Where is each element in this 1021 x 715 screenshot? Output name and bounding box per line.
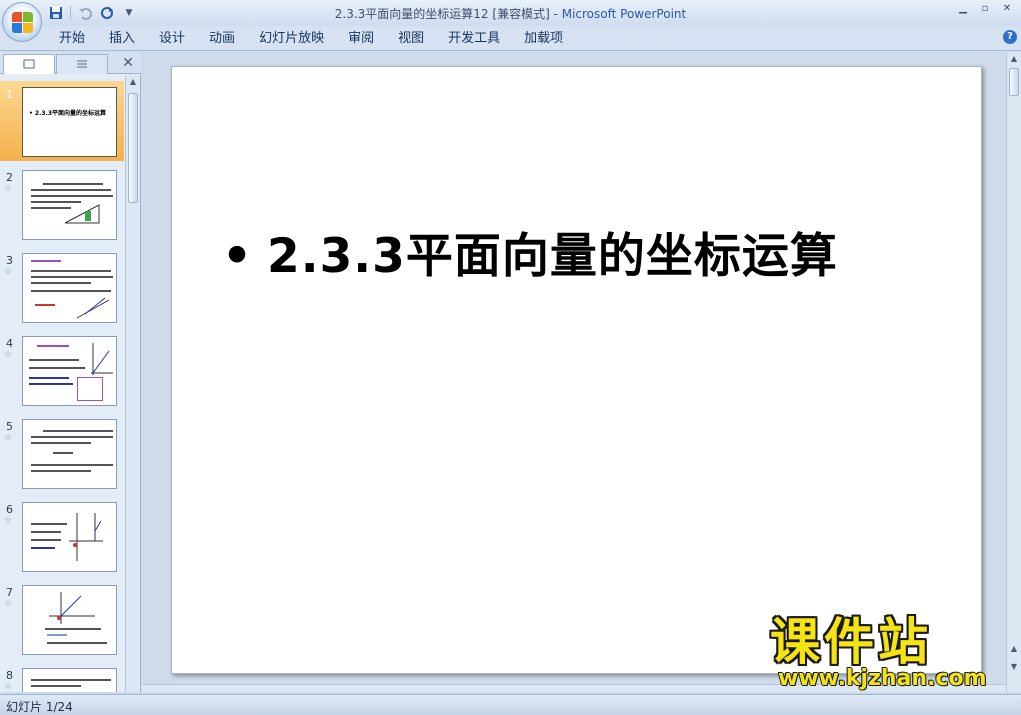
previous-slide-icon[interactable]: ▲ [1009, 644, 1019, 653]
slide-preview: • 2.3.3平面向量的坐标运算 [22, 87, 117, 157]
restore-icon[interactable]: ▫ [975, 2, 995, 18]
tab-animations[interactable]: 动画 [197, 30, 247, 48]
slide-number: 8 [6, 669, 13, 682]
tab-add-ins[interactable]: 加载项 [512, 30, 575, 48]
slide-number: 6 [6, 503, 13, 516]
slide-preview [22, 585, 117, 655]
close-icon[interactable]: ✕ [122, 55, 134, 71]
slide-thumbnail[interactable]: 6 ☆ [0, 496, 124, 576]
slides-panel: ✕ 1 • 2.3.3平面向量的坐标运算 2 ☆ 3 ☆ 4 ☆ 5 ☆ 6 ☆… [0, 52, 141, 692]
thumbnail-list: 1 • 2.3.3平面向量的坐标运算 2 ☆ 3 ☆ 4 ☆ 5 ☆ 6 ☆ 7… [0, 75, 124, 692]
minimize-icon[interactable]: ▁ [953, 2, 973, 18]
tab-home[interactable]: 开始 [47, 30, 97, 48]
slide-number: 1 [6, 88, 13, 101]
animation-star-icon: ☆ [4, 433, 13, 443]
animation-star-icon: ☆ [4, 350, 13, 360]
scroll-thumb[interactable] [1009, 68, 1019, 96]
tab-review[interactable]: 审阅 [336, 30, 386, 48]
tab-outline[interactable] [56, 54, 108, 74]
slide-editing-area: • 2.3.3平面向量的坐标运算 [142, 52, 1006, 692]
tab-slide-show[interactable]: 幻灯片放映 [247, 30, 336, 48]
slide-preview [22, 502, 117, 572]
slide-thumbnail[interactable]: 1 • 2.3.3平面向量的坐标运算 [0, 81, 124, 161]
slide-preview [22, 170, 117, 240]
animation-star-icon: ☆ [4, 516, 13, 526]
app-name: Microsoft PowerPoint [561, 7, 687, 21]
watermark-url: www.kjzhan.com [778, 666, 987, 691]
panel-tabs: ✕ [0, 52, 141, 74]
tab-insert[interactable]: 插入 [97, 30, 147, 48]
animation-star-icon: ☆ [4, 184, 13, 194]
watermark-logo: 课件站 www.kjzhan.com [770, 614, 1010, 694]
tab-slides[interactable] [3, 54, 55, 74]
thumb-title: • 2.3.3平面向量的坐标运算 [29, 110, 107, 117]
slide-scrollbar[interactable]: ▲ ▲ ▼ [1006, 52, 1021, 692]
help-icon[interactable]: ? [1003, 30, 1017, 44]
slide-preview [22, 253, 117, 323]
window-controls: ▁ ▫ ✕ [953, 2, 1017, 18]
slide-thumbnail[interactable]: 3 ☆ [0, 247, 124, 327]
scroll-up-icon[interactable]: ▲ [128, 77, 138, 89]
title-bar: ▼ 2.3.3平面向量的坐标运算12 [兼容模式] - Microsoft Po… [0, 0, 1021, 26]
slide-preview [22, 336, 117, 406]
watermark-title: 课件站 [770, 613, 932, 671]
window-title: 2.3.3平面向量的坐标运算12 [兼容模式] - Microsoft Powe… [0, 5, 1021, 22]
slide-number: 5 [6, 420, 13, 433]
slide-number: 2 [6, 171, 13, 184]
slide-thumbnail[interactable]: 8 ☆ [0, 662, 124, 692]
status-bar: 幻灯片 1/24 [0, 694, 1021, 715]
slide-number: 4 [6, 337, 13, 350]
tab-design[interactable]: 设计 [147, 30, 197, 48]
office-button[interactable] [2, 2, 42, 42]
document-title: 2.3.3平面向量的坐标运算12 [兼容模式] - [334, 7, 562, 21]
animation-star-icon: ☆ [4, 682, 13, 692]
animation-star-icon: ☆ [4, 267, 13, 277]
slide-thumbnail[interactable]: 7 ☆ [0, 579, 124, 659]
slide-thumbnail[interactable]: 4 ☆ [0, 330, 124, 410]
tab-view[interactable]: 视图 [386, 30, 436, 48]
slide-thumbnail[interactable]: 5 ☆ [0, 413, 124, 493]
tab-developer[interactable]: 开发工具 [436, 30, 512, 48]
slide-preview [22, 668, 117, 692]
animation-star-icon: ☆ [4, 599, 13, 609]
slide-preview [22, 419, 117, 489]
slide-counter: 幻灯片 1/24 [6, 700, 73, 714]
thumbnail-scrollbar[interactable]: ▲ [125, 75, 140, 692]
close-icon[interactable]: ✕ [997, 2, 1017, 18]
scroll-up-icon[interactable]: ▲ [1009, 54, 1019, 63]
bullet: • [222, 229, 254, 284]
current-slide[interactable]: • 2.3.3平面向量的坐标运算 [171, 66, 982, 674]
office-logo-icon [12, 12, 34, 34]
slide-thumbnail[interactable]: 2 ☆ [0, 164, 124, 244]
slide-number: 3 [6, 254, 13, 267]
ribbon-tab-bar: 开始 插入 设计 动画 幻灯片放映 审阅 视图 开发工具 加载项 ? [0, 26, 1021, 51]
slide-number: 7 [6, 586, 13, 599]
scroll-thumb[interactable] [128, 93, 138, 203]
slide-title[interactable]: • 2.3.3平面向量的坐标运算 [222, 217, 838, 286]
next-slide-icon[interactable]: ▼ [1009, 662, 1019, 671]
ribbon-tabs: 开始 插入 设计 动画 幻灯片放映 审阅 视图 开发工具 加载项 [47, 30, 575, 48]
slide-title-text: 2.3.3平面向量的坐标运算 [267, 229, 838, 284]
